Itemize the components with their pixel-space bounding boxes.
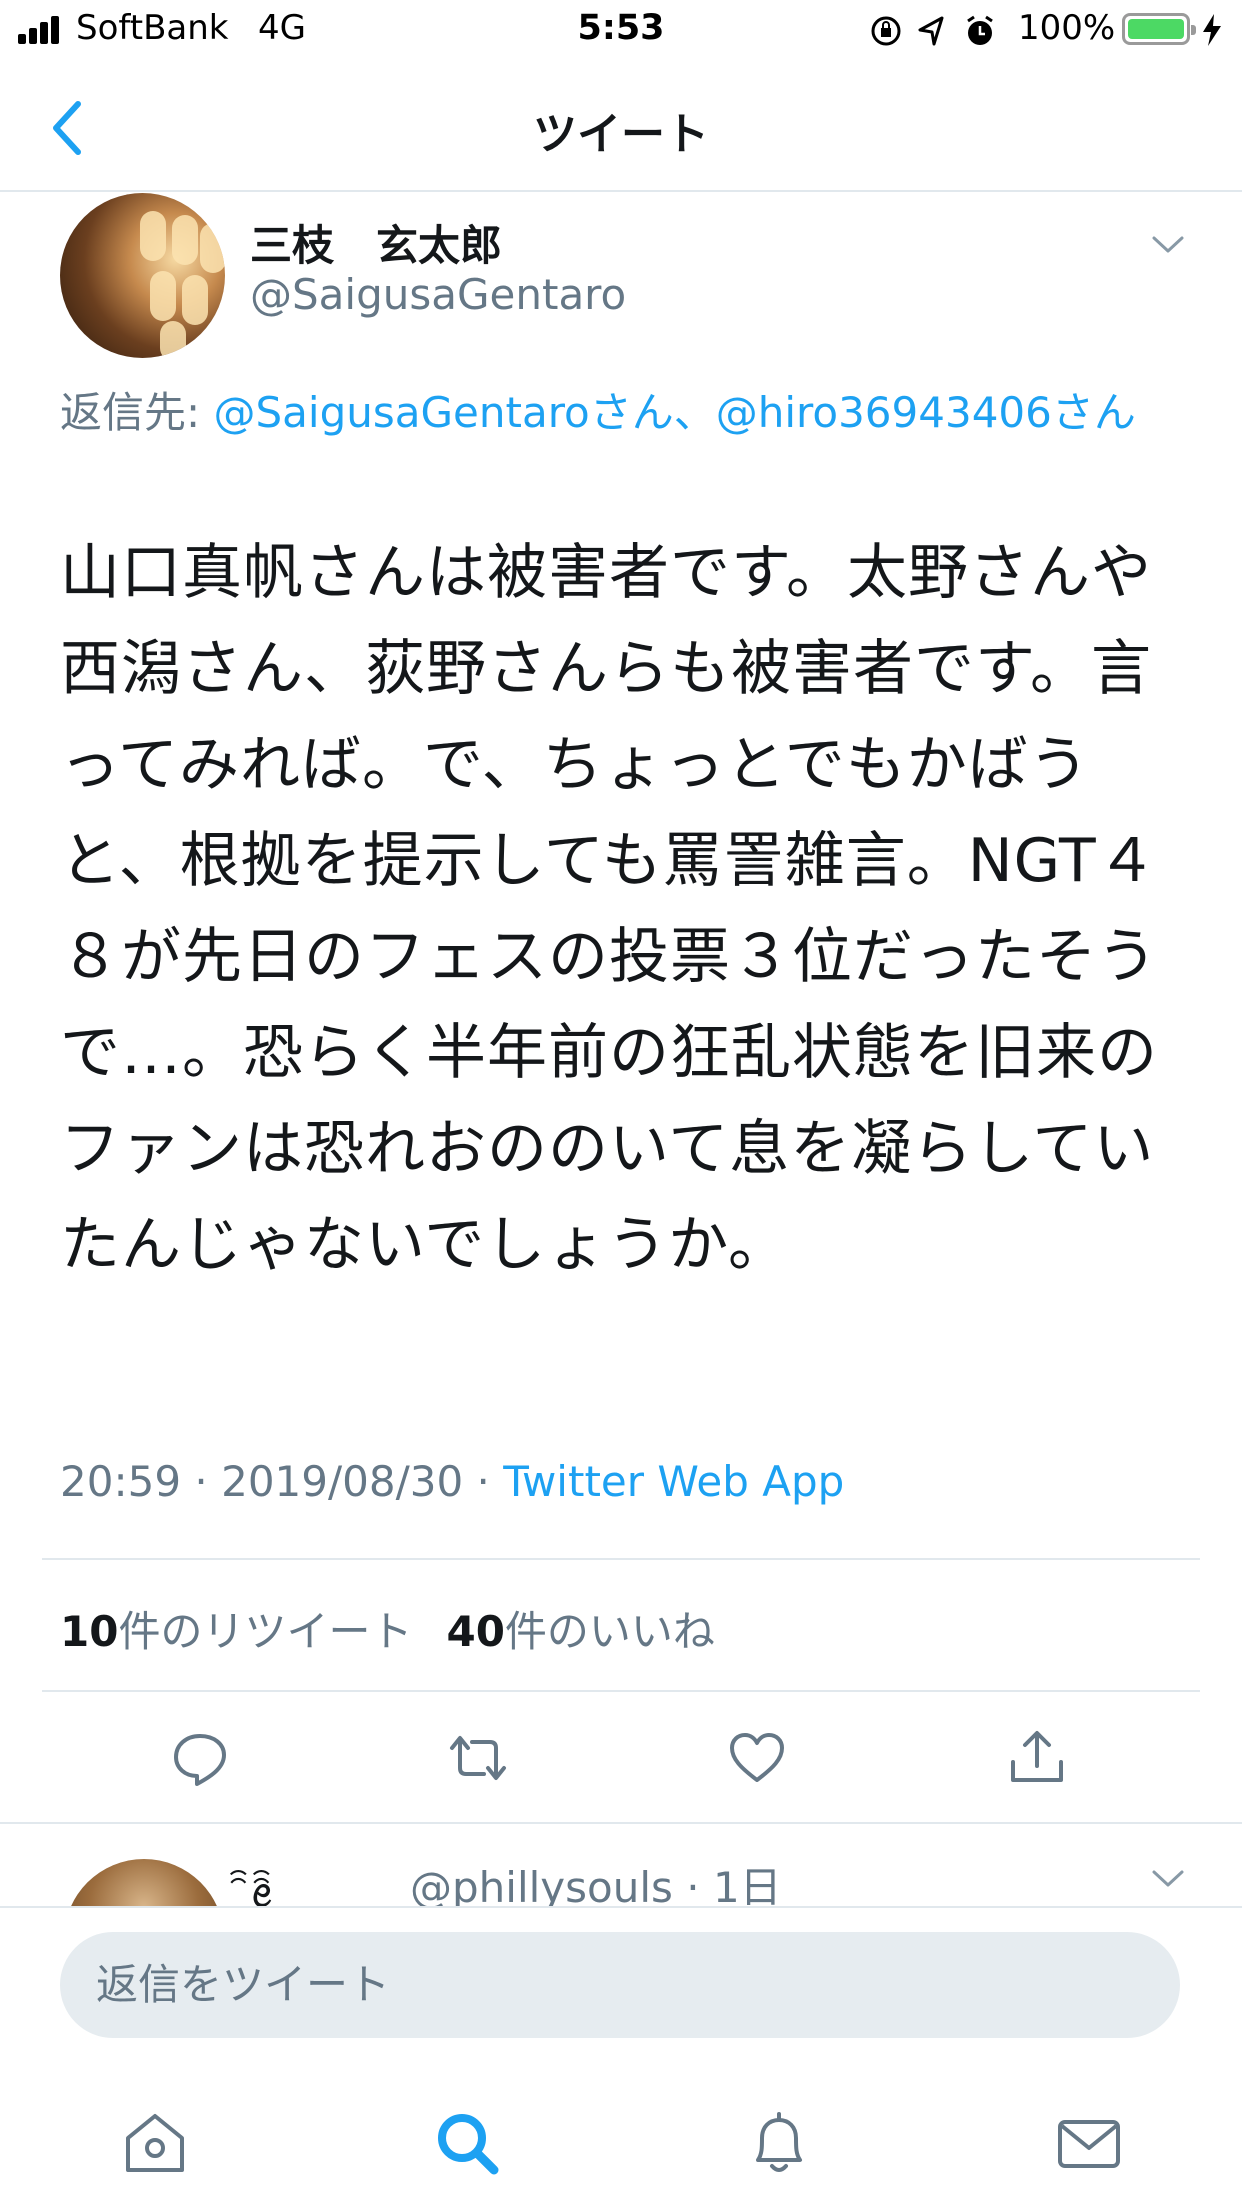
author-name[interactable]: 三枝 玄太郎 <box>250 212 502 273</box>
reply-to-line: 返信先: @SaigusaGentaroさん、@hiro36943406さん <box>60 380 1180 446</box>
bottom-bar: 返信をツイート <box>0 1906 1242 2208</box>
tweet-time: 20:59 <box>60 1457 182 1506</box>
home-icon[interactable] <box>120 2108 190 2178</box>
tweet-meta: 20:59 · 2019/08/30 · Twitter Web App <box>60 1457 844 1506</box>
retweet-label: 件のリツイート <box>118 1607 413 1656</box>
nav-bar: ツイート <box>0 62 1242 192</box>
reply-handle-text: @phillysouls <box>410 1863 673 1906</box>
like-label: 件のいいね <box>504 1607 715 1656</box>
like-count-link[interactable]: 40件のいいね <box>446 1607 714 1656</box>
like-count: 40 <box>446 1607 505 1656</box>
alarm-icon <box>967 15 993 45</box>
tweet-text: 山口真帆さんは被害者です。太野さんや西潟さん、荻野さんらも被害者です。言ってみれ… <box>60 538 1158 1280</box>
share-icon[interactable] <box>1007 1728 1067 1788</box>
divider <box>42 1558 1200 1560</box>
page-title: ツイート <box>533 109 709 160</box>
reply-author-name[interactable]: ꩰꫀꩰ <box>250 1852 273 1906</box>
meta-separator: · <box>463 1457 504 1506</box>
messages-mail-icon[interactable] <box>1054 2108 1124 2178</box>
reply-author-handle[interactable]: @phillysouls · 1日 <box>410 1854 782 1906</box>
reply-icon[interactable] <box>170 1728 230 1788</box>
reply-to-label: 返信先: <box>60 388 214 437</box>
battery-percent: 100% <box>1018 8 1116 48</box>
retweet-count-link[interactable]: 10件のリツイート <box>60 1607 412 1656</box>
divider <box>42 1690 1200 1692</box>
chevron-down-icon[interactable] <box>1150 232 1186 256</box>
avatar[interactable] <box>64 1859 224 1906</box>
engagement-counts: 10件のリツイート 40件のいいね <box>60 1598 715 1659</box>
chevron-down-icon[interactable] <box>1150 1866 1186 1890</box>
tweet-date: 2019/08/30 <box>221 1457 464 1506</box>
like-heart-icon[interactable] <box>727 1728 787 1788</box>
battery-icon <box>1122 13 1196 45</box>
tweet-source-link[interactable]: Twitter Web App <box>503 1457 844 1506</box>
location-icon <box>918 16 944 46</box>
retweet-icon[interactable] <box>448 1728 508 1788</box>
reply-to-separator: 、 <box>673 388 716 437</box>
charging-bolt-icon <box>1203 14 1221 46</box>
notifications-bell-icon[interactable] <box>744 2108 814 2178</box>
reply-item[interactable]: ꩰꫀꩰ @phillysouls · 1日 <box>0 1824 1242 1906</box>
orientation-lock-icon <box>871 16 901 46</box>
search-icon[interactable] <box>432 2108 502 2178</box>
status-icons <box>871 15 993 46</box>
meta-separator: · <box>181 1457 222 1506</box>
reply-to-link-1[interactable]: @SaigusaGentaroさん <box>214 388 674 437</box>
retweet-count: 10 <box>60 1607 119 1656</box>
author-handle[interactable]: @SaigusaGentaro <box>250 270 626 319</box>
reply-input[interactable]: 返信をツイート <box>60 1932 1180 2038</box>
avatar[interactable] <box>60 193 225 358</box>
reply-to-link-2[interactable]: @hiro36943406さん <box>716 388 1136 437</box>
status-bar: SoftBank 4G 5:53 100% <box>0 0 1242 62</box>
reply-time: · 1日 <box>686 1863 782 1906</box>
